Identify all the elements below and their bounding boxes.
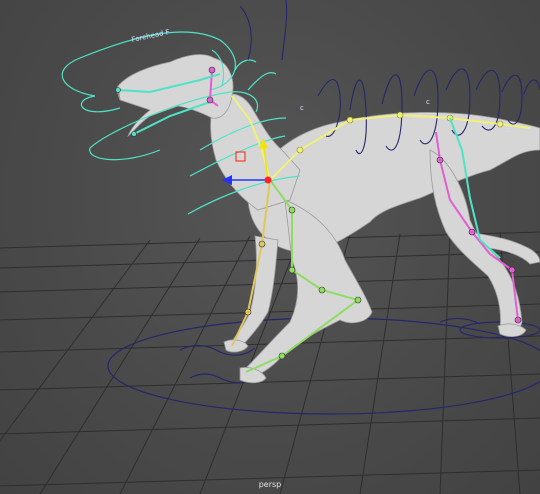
dinosaur-mesh[interactable] — [116, 54, 540, 384]
control-name-label: Forehead F — [131, 28, 171, 44]
pivot-icon[interactable] — [264, 176, 272, 184]
svg-text:c: c — [426, 98, 430, 106]
scene-canvas[interactable]: Forehead F c c c — [0, 0, 540, 494]
camera-name-label: persp — [258, 480, 282, 489]
svg-text:c: c — [506, 126, 510, 134]
svg-text:c: c — [300, 104, 304, 112]
maya-persp-viewport[interactable]: Forehead F c c c persp — [0, 0, 540, 494]
